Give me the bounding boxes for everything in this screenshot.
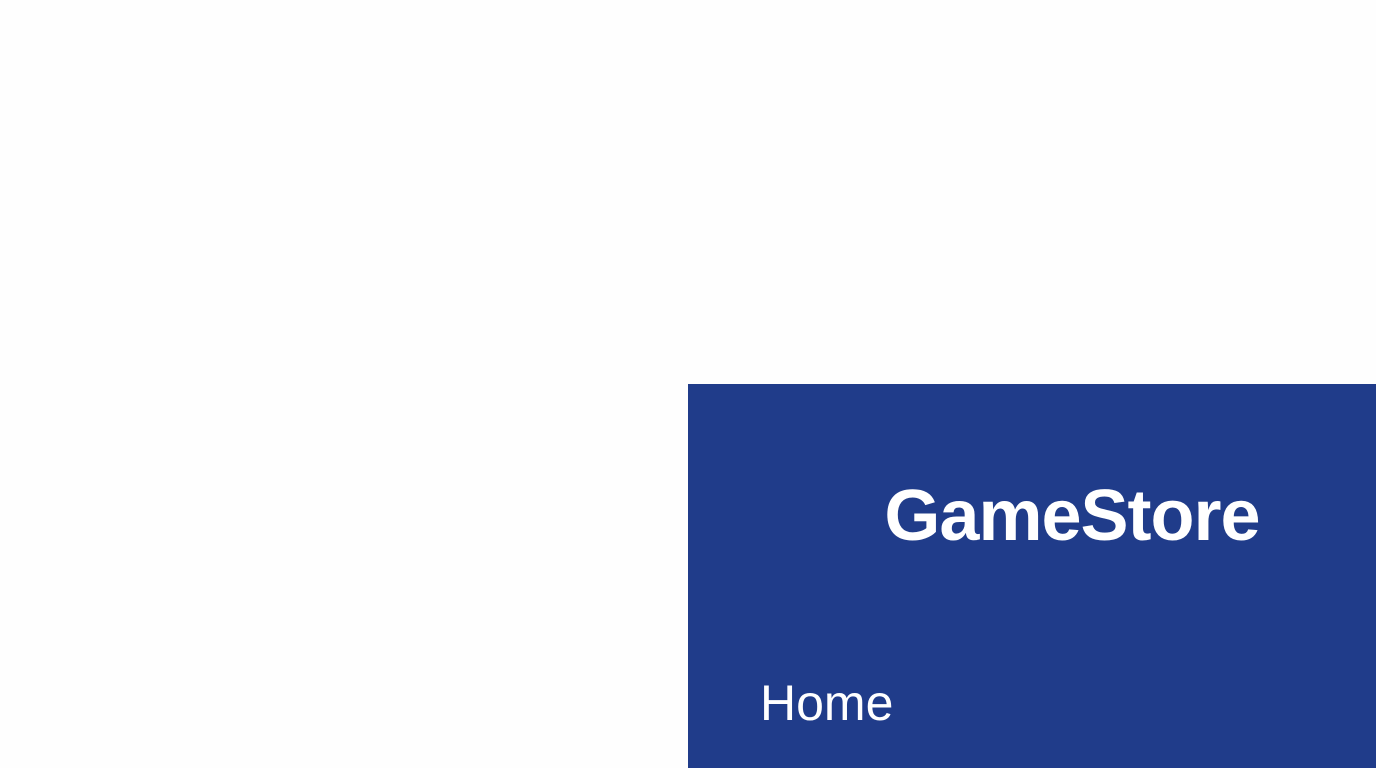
sidebar-item-home-link[interactable]: Home bbox=[760, 668, 893, 738]
sidebar-panel: GameStore Home bbox=[688, 384, 1376, 768]
page: GameStore Home bbox=[0, 0, 1376, 768]
sidebar-item-home[interactable]: Home bbox=[760, 668, 893, 738]
sidebar-nav: Home bbox=[760, 668, 893, 738]
brand-logo-text[interactable]: GameStore bbox=[688, 476, 1376, 556]
